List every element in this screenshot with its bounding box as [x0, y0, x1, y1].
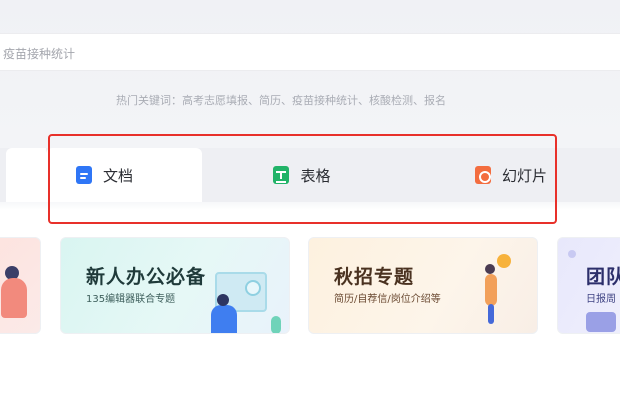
banner-title: 新人办公必备 [86, 266, 207, 288]
banner-subtitle: 简历/自荐信/岗位介绍等 [334, 294, 441, 305]
tab-sheet[interactable]: 表格 [202, 148, 402, 202]
tab-slide-label: 幻灯片 [501, 166, 547, 185]
tab-sheet-label: 表格 [300, 166, 331, 185]
illustration-person [1, 278, 27, 318]
decor-dot [568, 250, 576, 258]
person-legs-illustration [488, 304, 494, 324]
briefcase-illustration [586, 312, 616, 332]
person-head-illustration [485, 264, 495, 274]
search-placeholder: 疫苗接种统计 [3, 47, 76, 61]
plant-illustration [271, 316, 281, 333]
check-badge-icon [497, 254, 511, 268]
doc-icon [76, 166, 92, 184]
person-illustration [485, 274, 497, 306]
banner-title: 秋招专题 [334, 266, 415, 288]
hot-keywords: 热门关键词：高考志愿填报、简历、疫苗接种统计、核酸检测、报名 [116, 94, 446, 107]
tab-bar-edge [6, 148, 46, 202]
banner-team[interactable]: 团队 日报周 [557, 237, 620, 334]
slide-icon [474, 166, 491, 184]
person-head-illustration [217, 294, 229, 306]
clock-icon [245, 280, 261, 296]
tab-slide[interactable]: 幻灯片 [402, 148, 620, 202]
sheet-icon [273, 166, 290, 184]
banner-subtitle: 135编辑器联合专题 [86, 294, 176, 305]
banner-partial-left[interactable] [0, 237, 41, 334]
banner-new-office[interactable]: 新人办公必备 135编辑器联合专题 [60, 237, 290, 334]
tab-doc[interactable]: 文档 [46, 148, 202, 202]
search-input[interactable]: 疫苗接种统计 [0, 33, 620, 71]
tab-doc-label: 文档 [103, 166, 134, 185]
banner-subtitle: 日报周 [586, 294, 616, 305]
banner-fall-recruit[interactable]: 秋招专题 简历/自荐信/岗位介绍等 [308, 237, 538, 334]
banner-title: 团队 [586, 266, 620, 288]
person-illustration [211, 305, 237, 333]
